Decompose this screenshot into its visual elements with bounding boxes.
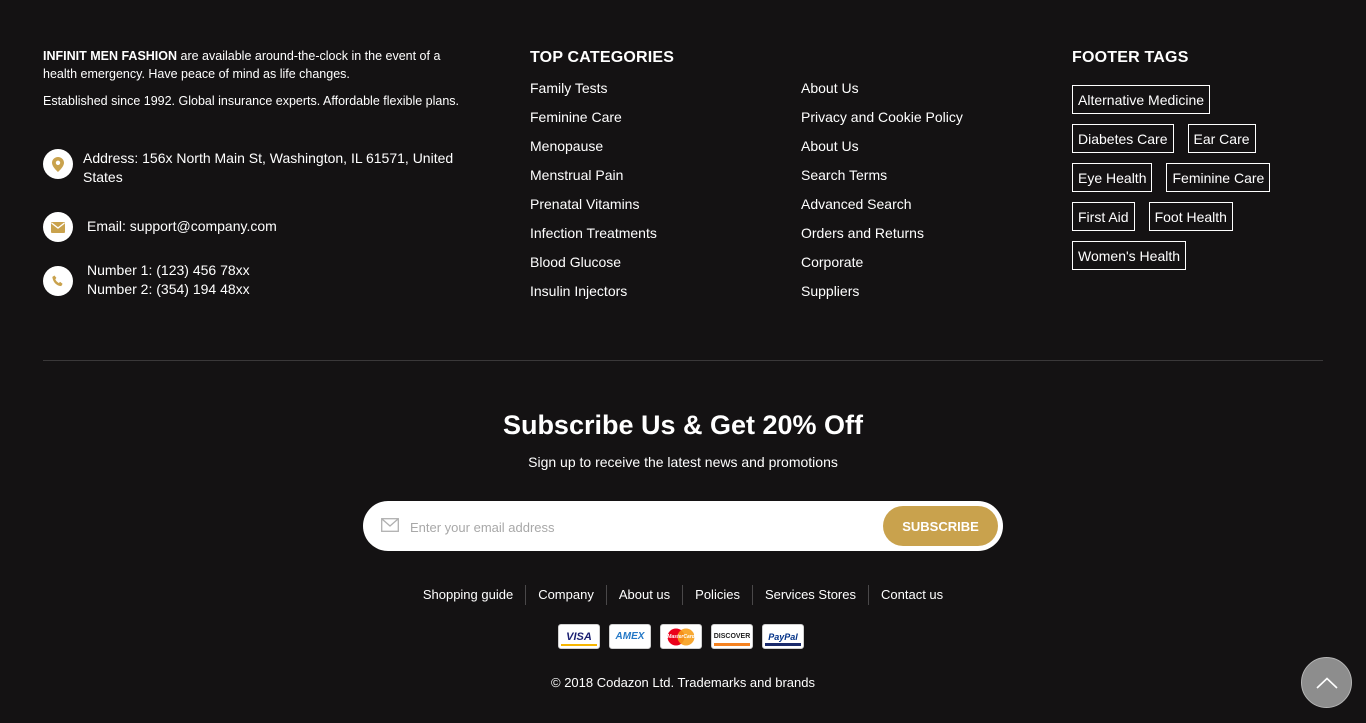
phone-icon: [43, 266, 73, 296]
footer-tags: Alternative Medicine Diabetes Care Ear C…: [1072, 85, 1352, 280]
envelope-icon: [43, 212, 73, 242]
info-link[interactable]: Privacy and Cookie Policy: [801, 107, 963, 136]
bottom-nav-link[interactable]: Services Stores: [751, 585, 868, 605]
tag-link[interactable]: Diabetes Care: [1072, 124, 1174, 153]
email-text[interactable]: Email: support@company.com: [87, 217, 277, 236]
category-link[interactable]: Feminine Care: [530, 107, 657, 136]
tag-link[interactable]: Alternative Medicine: [1072, 85, 1211, 114]
map-pin-icon: [43, 149, 73, 179]
subscribe-title: Subscribe Us & Get 20% Off: [502, 410, 864, 440]
bottom-nav-link[interactable]: Shopping guide: [411, 585, 525, 605]
amex-label: AMEX: [615, 631, 645, 642]
category-link[interactable]: Blood Glucose: [530, 252, 657, 281]
paypal-label: PayPal: [768, 631, 798, 642]
tag-row: First Aid Foot Health: [1072, 202, 1352, 231]
discover-logo: DISCOVER: [711, 624, 753, 649]
tag-row: Eye Health Feminine Care: [1072, 163, 1352, 192]
info-link[interactable]: Search Terms: [801, 165, 963, 194]
info-links-list: About Us Privacy and Cookie Policy About…: [801, 78, 963, 310]
footer-tags-heading: FOOTER TAGS: [1072, 49, 1189, 66]
info-link[interactable]: Suppliers: [801, 281, 963, 310]
contact-address: Address: 156x North Main St, Washington,…: [43, 149, 458, 187]
copyright-text: © 2018 Codazon Ltd. Trademarks and brand…: [551, 675, 815, 690]
mastercard-logo: MasterCard: [660, 624, 702, 649]
tag-link[interactable]: Eye Health: [1072, 163, 1153, 192]
email-input[interactable]: [408, 511, 832, 543]
info-link[interactable]: Orders and Returns: [801, 223, 963, 252]
tag-link[interactable]: Women's Health: [1072, 241, 1187, 270]
amex-logo: AMEX: [609, 624, 651, 649]
bottom-nav-link[interactable]: About us: [605, 585, 682, 605]
visa-label: VISA: [566, 630, 592, 643]
tag-link[interactable]: Feminine Care: [1166, 163, 1271, 192]
discover-label: DISCOVER: [713, 633, 751, 640]
top-categories-heading: TOP CATEGORIES: [530, 49, 675, 66]
visa-logo: VISA: [558, 624, 600, 649]
category-link[interactable]: Infection Treatments: [530, 223, 657, 252]
chevron-up-icon: [1315, 676, 1338, 689]
address-text: Address: 156x North Main St, Washington,…: [83, 150, 454, 185]
subscribe-subtitle: Sign up to receive the latest news and p…: [528, 454, 838, 470]
tag-link[interactable]: Ear Care: [1187, 124, 1256, 153]
category-link[interactable]: Insulin Injectors: [530, 281, 657, 310]
tag-row: Diabetes Care Ear Care: [1072, 124, 1352, 153]
bottom-nav-link[interactable]: Contact us: [868, 585, 955, 605]
tag-row: Alternative Medicine: [1072, 85, 1352, 114]
bottom-nav-link[interactable]: Policies: [682, 585, 752, 605]
tag-link[interactable]: First Aid: [1072, 202, 1135, 231]
paypal-logo: PayPal: [762, 624, 804, 649]
about-block: INFINIT MEN FASHION are available around…: [43, 47, 463, 119]
bottom-nav: Shopping guide Company About us Policies…: [0, 585, 1366, 605]
about-established: Established since 1992. Global insurance…: [43, 94, 459, 108]
categories-list: Family Tests Feminine Care Menopause Men…: [530, 78, 657, 310]
brand-name: INFINIT MEN FASHION: [43, 49, 178, 63]
subscribe-form: SUBSCRIBE: [363, 501, 1003, 551]
category-link[interactable]: Family Tests: [530, 78, 657, 107]
category-link[interactable]: Menopause: [530, 136, 657, 165]
tag-link[interactable]: Foot Health: [1148, 202, 1233, 231]
contact-phone: Number 1: (123) 456 78xx Number 2: (354)…: [43, 261, 250, 299]
subscribe-button[interactable]: SUBSCRIBE: [883, 506, 998, 546]
phone-number-2[interactable]: Number 2: (354) 194 48xx: [87, 280, 250, 299]
category-link[interactable]: Prenatal Vitamins: [530, 194, 657, 223]
info-link[interactable]: Corporate: [801, 252, 963, 281]
phone-numbers: Number 1: (123) 456 78xx Number 2: (354)…: [87, 261, 250, 299]
info-link[interactable]: About Us: [801, 136, 963, 165]
category-link[interactable]: Menstrual Pain: [530, 165, 657, 194]
bottom-nav-link[interactable]: Company: [525, 585, 606, 605]
about-intro: INFINIT MEN FASHION are available around…: [43, 47, 463, 83]
scroll-to-top-button[interactable]: [1301, 657, 1352, 708]
phone-number-1[interactable]: Number 1: (123) 456 78xx: [87, 261, 250, 280]
info-link[interactable]: Advanced Search: [801, 194, 963, 223]
payment-methods: VISA AMEX MasterCard DISCOVER PayPal: [558, 624, 813, 649]
info-link[interactable]: About Us: [801, 78, 963, 107]
contact-email: Email: support@company.com: [43, 212, 277, 242]
tag-row: Women's Health: [1072, 241, 1352, 270]
mastercard-label: MasterCard: [667, 633, 695, 640]
footer-divider: [43, 360, 1323, 361]
mail-icon: [381, 518, 399, 532]
